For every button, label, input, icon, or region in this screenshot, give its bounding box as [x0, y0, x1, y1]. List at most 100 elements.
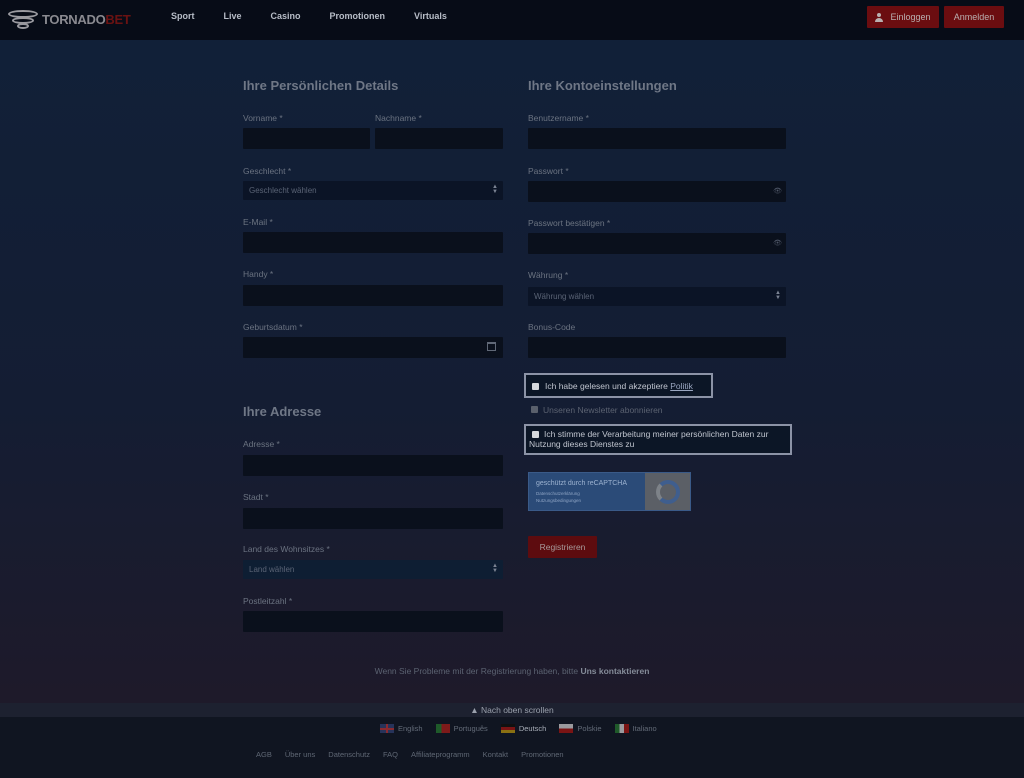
mobile-label: Handy *: [243, 269, 274, 279]
zip-label: Postleitzahl *: [243, 596, 293, 606]
tornado-logo-icon: [6, 8, 40, 30]
uk-flag-icon: [380, 724, 394, 733]
password-confirm-label: Passwort bestätigen *: [528, 218, 611, 228]
footer-link-privacy[interactable]: Datenschutz: [328, 750, 370, 759]
address-title: Ihre Adresse: [243, 404, 322, 419]
footer-link-contact[interactable]: Kontakt: [483, 750, 508, 759]
register-submit-button[interactable]: Registrieren: [528, 536, 597, 558]
main-nav: Sport Live Casino Promotionen Virtuals: [171, 11, 476, 21]
newsletter-label: Unseren Newsletter abonnieren: [543, 405, 663, 415]
footer-link-faq[interactable]: FAQ: [383, 750, 398, 759]
data-consent-text: Ich stimme der Verarbeitung meiner persö…: [529, 429, 769, 449]
country-label: Land des Wohnsitzes *: [243, 544, 330, 554]
lastname-input[interactable]: [375, 128, 503, 149]
email-input[interactable]: [243, 232, 503, 253]
password-input[interactable]: 👁: [528, 181, 786, 202]
policy-consent-label: Ich habe gelesen und akzeptiere: [545, 381, 671, 391]
mobile-input[interactable]: [243, 285, 503, 306]
show-password-icon[interactable]: 👁: [773, 187, 782, 195]
footer-links: AGB Über uns Datenschutz FAQ Affiliatepr…: [256, 750, 577, 759]
nav-virtuals[interactable]: Virtuals: [414, 11, 447, 21]
nav-promotions[interactable]: Promotionen: [330, 11, 386, 21]
lang-label: Deutsch: [518, 724, 547, 733]
currency-select-value: Währung wählen: [534, 292, 595, 301]
birthdate-label: Geburtsdatum *: [243, 322, 303, 332]
firstname-label: Vorname *: [243, 113, 283, 123]
login-button[interactable]: Einloggen: [867, 6, 939, 28]
bonus-code-input[interactable]: [528, 337, 786, 358]
currency-select[interactable]: Währung wählen ▲ ▼: [528, 287, 786, 306]
lang-italian[interactable]: Italiano: [614, 724, 657, 733]
recaptcha-privacy-link[interactable]: Datenschutzerklärung: [536, 491, 580, 496]
scroll-top-button[interactable]: ▲ Nach oben scrollen: [0, 703, 1024, 717]
lang-german[interactable]: Deutsch: [500, 724, 547, 733]
select-arrows-icon: ▲ ▼: [492, 184, 498, 195]
password-confirm-input[interactable]: 👁: [528, 233, 786, 254]
select-arrows-icon: ▲ ▼: [775, 290, 781, 301]
show-password-icon[interactable]: 👁: [773, 239, 782, 247]
help-text-label: Wenn Sie Probleme mit der Registrierung …: [374, 666, 581, 676]
footer-link-agb[interactable]: AGB: [256, 750, 272, 759]
newsletter-checkbox[interactable]: [531, 406, 538, 413]
select-arrows-icon: ▲ ▼: [492, 563, 498, 574]
gender-label: Geschlecht *: [243, 166, 292, 176]
gender-select-value: Geschlecht wählen: [249, 186, 317, 195]
top-navbar: TORNADOBET Sport Live Casino Promotionen…: [0, 0, 1024, 40]
country-select[interactable]: Land wählen ▲ ▼: [243, 560, 503, 579]
account-settings-title: Ihre Kontoeinstellungen: [528, 78, 677, 93]
currency-label: Währung *: [528, 270, 569, 280]
recaptcha-terms-link[interactable]: Nutzungsbedingungen: [536, 498, 581, 503]
nav-casino[interactable]: Casino: [271, 11, 301, 21]
register-label: Anmelden: [953, 12, 995, 22]
policy-consent-row: Ich habe gelesen und akzeptiere Politik: [524, 373, 713, 398]
lastname-label: Nachname *: [375, 113, 422, 123]
city-label: Stadt *: [243, 492, 269, 502]
register-header-button[interactable]: Anmelden: [944, 6, 1004, 28]
nav-sport[interactable]: Sport: [171, 11, 195, 21]
zip-input[interactable]: [243, 611, 503, 632]
logo-text: TORNADOBET: [42, 11, 131, 27]
language-selector: English Português Deutsch Polskie Italia…: [380, 724, 670, 733]
portugal-flag-icon: [435, 724, 450, 733]
password-label: Passwort *: [528, 166, 569, 176]
personal-details-title: Ihre Persönlichen Details: [243, 78, 399, 93]
nav-live[interactable]: Live: [224, 11, 242, 21]
city-input[interactable]: [243, 508, 503, 529]
email-label: E-Mail *: [243, 217, 273, 227]
birthdate-input[interactable]: [243, 337, 503, 358]
germany-flag-icon: [500, 724, 515, 733]
calendar-icon[interactable]: [487, 342, 496, 351]
data-consent-row: Ich stimme der Verarbeitung meiner persö…: [524, 424, 792, 455]
lang-english[interactable]: English: [380, 724, 423, 733]
address-label: Adresse *: [243, 439, 280, 449]
policy-link[interactable]: Politik: [670, 381, 693, 391]
lang-label: Português: [453, 724, 488, 733]
recaptcha-title: geschützt durch reCAPTCHA: [536, 480, 628, 487]
registration-area: [0, 40, 1024, 703]
country-select-value: Land wählen: [249, 565, 295, 574]
lang-label: English: [398, 724, 423, 733]
lang-label: Polskie: [577, 724, 602, 733]
username-input[interactable]: [528, 128, 786, 149]
footer-link-promotions[interactable]: Promotionen: [521, 750, 564, 759]
italy-flag-icon: [614, 724, 629, 733]
address-input[interactable]: [243, 455, 503, 476]
recaptcha-badge[interactable]: geschützt durch reCAPTCHA Datenschutzerk…: [528, 472, 691, 511]
contact-link[interactable]: Uns kontaktieren: [580, 666, 649, 676]
gender-select[interactable]: Geschlecht wählen ▲ ▼: [243, 181, 503, 200]
poland-flag-icon: [559, 724, 574, 733]
lang-polish[interactable]: Polskie: [559, 724, 602, 733]
footer-link-about[interactable]: Über uns: [285, 750, 315, 759]
lang-label: Italiano: [632, 724, 657, 733]
bonus-code-label: Bonus-Code: [528, 322, 576, 332]
policy-consent-text: Ich habe gelesen und akzeptiere Politik: [545, 381, 693, 391]
login-label: Einloggen: [890, 12, 931, 22]
help-text: Wenn Sie Probleme mit der Registrierung …: [0, 666, 1024, 676]
policy-checkbox[interactable]: [532, 383, 539, 390]
user-icon: [875, 12, 884, 22]
footer-link-affiliate[interactable]: Affiliateprogramm: [411, 750, 470, 759]
lang-portuguese[interactable]: Português: [435, 724, 488, 733]
firstname-input[interactable]: [243, 128, 370, 149]
recaptcha-logo-icon: [645, 473, 690, 510]
logo[interactable]: TORNADOBET: [6, 6, 131, 32]
